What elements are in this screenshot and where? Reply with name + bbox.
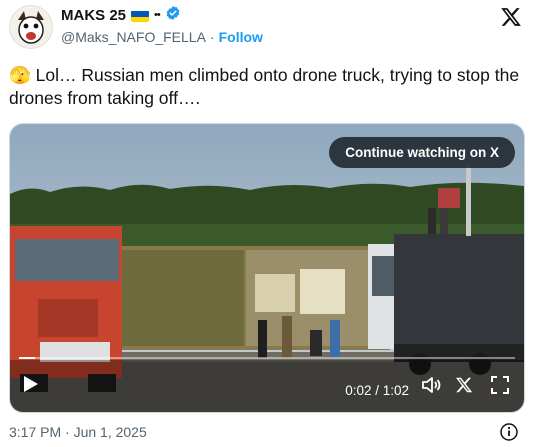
tweet-text: 🫣 Lol… Russian men climbed onto drone tr… — [9, 65, 520, 108]
video-time: 0:02 / 1:02 — [345, 383, 409, 398]
fullscreen-icon[interactable] — [491, 376, 509, 399]
volume-icon[interactable] — [422, 376, 442, 399]
progress-fill — [19, 357, 35, 359]
follow-button[interactable]: Follow — [219, 29, 263, 45]
separator: · — [209, 29, 215, 45]
video-controls: 0:02 / 1:02 — [10, 360, 524, 412]
ukraine-flag-icon — [131, 10, 150, 22]
close-icon[interactable] — [455, 376, 473, 399]
continue-watching-button[interactable]: Continue watching on X — [329, 137, 515, 168]
play-icon[interactable] — [23, 375, 39, 398]
video-player[interactable]: Continue watching on X 0:02 / 1:02 — [9, 123, 525, 413]
eyes-emoji: •• — [154, 9, 161, 21]
progress-bar[interactable] — [19, 357, 515, 359]
verified-badge-icon — [165, 5, 181, 26]
info-icon[interactable] — [500, 423, 518, 441]
x-logo-icon[interactable] — [500, 6, 522, 28]
tweet-timestamp[interactable]: 3:17 PM · Jun 1, 2025 — [9, 424, 147, 440]
display-name[interactable]: MAKS 25 — [61, 7, 126, 24]
avatar[interactable] — [9, 5, 53, 49]
author-handle[interactable]: @Maks_NAFO_FELLA — [61, 29, 206, 45]
